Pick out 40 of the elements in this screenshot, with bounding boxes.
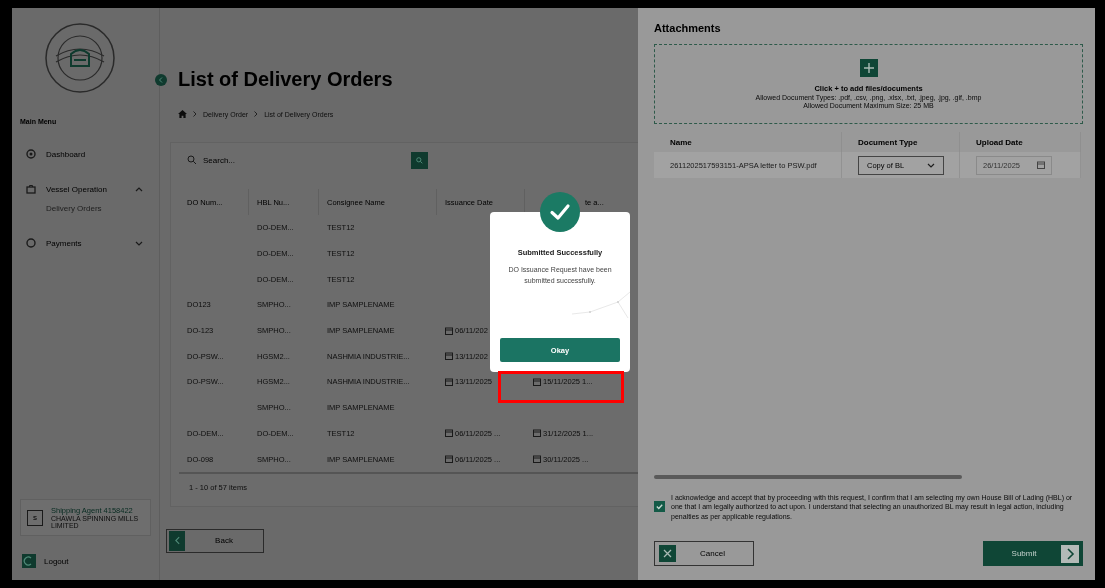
nav-item[interactable]: Vessel Operation bbox=[20, 180, 151, 198]
briefcase-icon bbox=[26, 184, 36, 194]
calendar-icon bbox=[445, 455, 453, 464]
search-input[interactable]: Search... bbox=[203, 155, 383, 165]
back-icon[interactable] bbox=[155, 73, 167, 86]
panel-title: Attachments bbox=[654, 22, 722, 34]
calendar-icon bbox=[1037, 161, 1045, 169]
calendar-icon bbox=[445, 352, 453, 361]
close-icon bbox=[659, 545, 676, 562]
nav-item[interactable]: Payments bbox=[20, 234, 151, 252]
add-file-icon[interactable] bbox=[859, 59, 878, 77]
user-avatar: s bbox=[27, 509, 43, 526]
logo-drawing bbox=[44, 22, 116, 94]
calendar-icon bbox=[445, 377, 453, 386]
calendar-icon bbox=[533, 429, 541, 438]
chevron-right-icon bbox=[1061, 544, 1079, 563]
calendar-icon bbox=[533, 455, 541, 464]
chevron-left-icon bbox=[174, 536, 180, 546]
nav-subitem[interactable]: Delivery Orders bbox=[46, 204, 151, 218]
cancel-button[interactable]: Cancel bbox=[654, 541, 754, 566]
logout-icon bbox=[22, 554, 36, 568]
logout-button[interactable]: Logout bbox=[20, 554, 92, 568]
calendar-icon bbox=[445, 326, 453, 335]
search-icon bbox=[187, 155, 197, 165]
acknowledge-checkbox[interactable] bbox=[654, 500, 665, 512]
submit-button[interactable]: Submit bbox=[983, 541, 1083, 566]
chevron-right-icon bbox=[254, 111, 259, 117]
nav-item[interactable]: Dashboard bbox=[20, 145, 151, 163]
horizontal-scrollbar[interactable] bbox=[654, 474, 962, 479]
home-icon[interactable] bbox=[178, 110, 187, 118]
calendar-icon bbox=[445, 429, 453, 438]
back-button[interactable]: Back bbox=[166, 528, 264, 553]
search-icon bbox=[416, 156, 423, 164]
chevron-down-icon bbox=[927, 162, 935, 168]
coin-icon bbox=[26, 238, 36, 248]
calendar-icon bbox=[533, 377, 541, 386]
chevron-right-icon bbox=[193, 111, 197, 117]
search-button[interactable] bbox=[411, 151, 428, 169]
dashboard-icon bbox=[26, 149, 36, 159]
page-title: List of Delivery Orders bbox=[178, 68, 393, 91]
